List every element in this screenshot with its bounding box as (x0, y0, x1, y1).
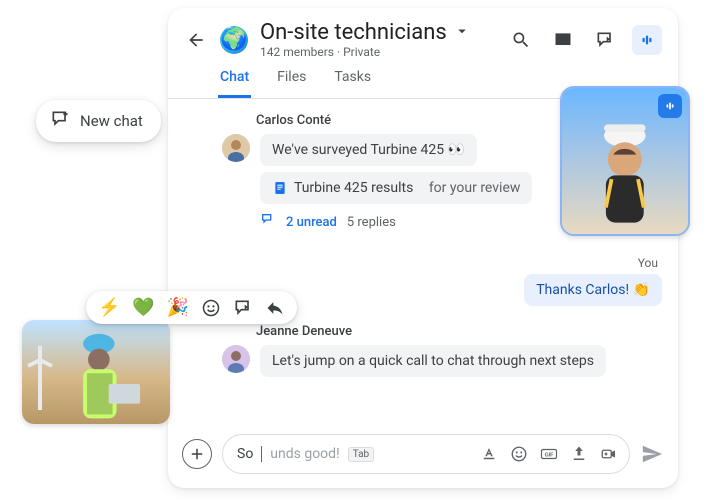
svg-text:GIF: GIF (545, 452, 555, 458)
tab-chat[interactable]: Chat (218, 69, 251, 98)
message-input[interactable]: So unds good! Tab GIF (222, 434, 630, 474)
avatar[interactable] (222, 134, 250, 162)
space-subtitle: 142 members · Private (260, 45, 494, 59)
format-icon[interactable] (479, 444, 499, 464)
reaction-party[interactable]: 🎉 (167, 297, 189, 318)
chat-header: 🌍 On-site technicians 142 members · Priv… (168, 8, 678, 59)
technician-photo-card (22, 320, 170, 424)
back-button[interactable] (184, 28, 208, 52)
chat-panel: 🌍 On-site technicians 142 members · Priv… (168, 8, 678, 488)
reply-icon[interactable] (265, 298, 285, 318)
new-chat-icon (50, 109, 70, 133)
tab-key-hint: Tab (348, 447, 374, 462)
send-button[interactable] (640, 442, 664, 466)
tab-files[interactable]: Files (275, 69, 308, 98)
sender-name: Jeanne Deneuve (256, 324, 662, 339)
attachment-chip[interactable]: Turbine 425 results for your review (260, 172, 532, 204)
title-block: On-site technicians 142 members · Privat… (260, 20, 494, 59)
unread-link[interactable]: 2 unread (286, 215, 337, 230)
huddle-video-card[interactable] (560, 86, 690, 236)
outgoing-bubble[interactable]: Thanks Carlos! 👏 (524, 274, 662, 306)
video-add-icon[interactable] (599, 444, 619, 464)
thread-icon[interactable] (590, 25, 620, 55)
doc-icon (272, 180, 288, 196)
emoji-icon[interactable] (509, 444, 529, 464)
message-bubble[interactable]: We've surveyed Turbine 425 👀 (260, 134, 477, 166)
members-count: 142 members (260, 45, 334, 59)
gif-icon[interactable]: GIF (539, 444, 559, 464)
space-title[interactable]: On-site technicians (260, 20, 447, 45)
autocomplete-ghost: unds good! (270, 446, 339, 462)
reaction-heart[interactable]: 💚 (132, 297, 154, 318)
tab-tasks[interactable]: Tasks (332, 69, 373, 98)
space-avatar-globe-icon: 🌍 (220, 26, 248, 54)
reaction-bolt[interactable]: ⚡ (98, 297, 120, 318)
huddle-audio-icon[interactable] (632, 25, 662, 55)
composer-actions: GIF (479, 444, 619, 464)
attachment-suffix: for your review (429, 180, 521, 196)
avatar[interactable] (222, 345, 250, 373)
replies-count[interactable]: 5 replies (347, 215, 396, 230)
text-caret (261, 446, 262, 462)
you-label: You (168, 256, 662, 270)
technician-photo (22, 320, 170, 424)
header-actions (506, 25, 662, 55)
new-chat-button[interactable]: New chat (36, 100, 161, 142)
thread-reply-icon (260, 212, 276, 232)
composer: So unds good! Tab GIF (182, 434, 664, 474)
present-icon[interactable] (548, 25, 578, 55)
privacy-label: Private (343, 45, 380, 59)
typed-text: So (237, 446, 253, 462)
attachment-name: Turbine 425 results (294, 180, 413, 196)
message-text: Let's jump on a quick call to chat throu… (272, 353, 594, 369)
chevron-down-icon[interactable] (453, 22, 471, 44)
add-emoji-icon[interactable] (201, 298, 221, 318)
search-icon[interactable] (506, 25, 536, 55)
message-row: Let's jump on a quick call to chat throu… (222, 345, 662, 377)
add-button[interactable] (182, 439, 212, 469)
message-text: We've surveyed Turbine 425 👀 (272, 142, 465, 158)
reaction-toolbar: ⚡ 💚 🎉 (86, 291, 297, 324)
reply-thread-icon[interactable] (233, 298, 253, 318)
upload-icon[interactable] (569, 444, 589, 464)
message-block-2: Jeanne Deneuve Let's jump on a quick cal… (222, 324, 662, 377)
outgoing-text: Thanks Carlos! 👏 (536, 282, 650, 298)
message-bubble[interactable]: Let's jump on a quick call to chat throu… (260, 345, 606, 377)
huddle-audio-badge-icon (658, 94, 682, 118)
new-chat-label: New chat (80, 112, 143, 130)
